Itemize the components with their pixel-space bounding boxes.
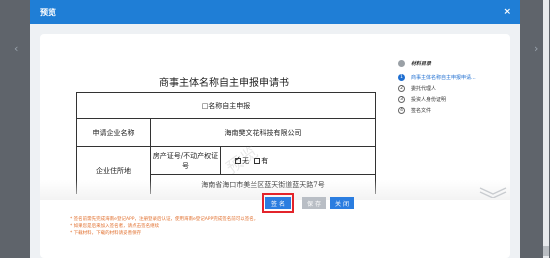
steps-header: 材料目录: [394, 58, 510, 68]
modal-title: 预览: [40, 7, 56, 17]
catalog-icon: [398, 59, 405, 67]
step-3[interactable]: 3 投资人身份证明: [394, 94, 510, 104]
step-label: 签名文件: [411, 107, 432, 114]
step-number: 4: [398, 106, 405, 114]
close-button[interactable]: 关 闭: [330, 197, 354, 209]
scroll-down-chevron-icon[interactable]: [478, 186, 508, 198]
steps-header-label: 材料目录: [411, 60, 432, 67]
background-left-panel: [0, 0, 32, 258]
background-left-arrow-icon: ‹: [14, 42, 19, 55]
step-label: 商事主体名称自主申报申请...: [411, 74, 476, 81]
company-name-label: 申请企业名称: [76, 118, 151, 147]
close-icon[interactable]: ×: [503, 7, 511, 17]
save-button[interactable]: 保 存: [302, 197, 326, 209]
self-declare-cell: □名称自主申报: [76, 92, 376, 119]
step-4[interactable]: 4 签名文件: [394, 105, 510, 115]
modal-header: 预览 ×: [30, 0, 520, 24]
document-title: 商事主体名称自主申报申请书: [159, 78, 289, 89]
material-steps: 材料目录 1 商事主体名称自主申报申请... 2 委托代理人 3 投资人身份证明…: [394, 58, 510, 116]
step-label: 投资人身份证明: [411, 96, 447, 103]
step-number: 2: [398, 84, 405, 92]
note-line: * 下载材料，下载的材料请妥善保存: [70, 231, 142, 236]
background-right-arrow-icon: ›: [534, 42, 539, 55]
step-1[interactable]: 1 商事主体名称自主申报申请...: [394, 72, 510, 82]
step-label: 委托代理人: [411, 85, 437, 92]
document-preview[interactable]: 商事主体名称自主申报申请书 □名称自主申报 申请企业名称 海南樊文花科技有限公司…: [54, 34, 394, 194]
note-line: * 签名前需先完成海南e登记APP，注册登录后认证，使用海南e登记APP完成签名…: [70, 217, 259, 222]
notes: * 签名前需先完成海南e登记APP，注册登录后认证，使用海南e登记APP完成签名…: [70, 216, 258, 237]
page-scrollbar[interactable]: [543, 0, 549, 258]
note-line: * 如果您是后来加入签名者，请点击签名继续: [70, 224, 160, 229]
application-table: □名称自主申报 申请企业名称 海南樊文花科技有限公司 企业住所地 房产证号/不动…: [76, 92, 376, 194]
step-2[interactable]: 2 委托代理人: [394, 83, 510, 93]
property-cert-label: 房产证号/不动产权证号: [150, 146, 221, 175]
page-scrollbar-thumb[interactable]: [543, 246, 549, 256]
preview-modal: 预览 × 商事主体名称自主申报申请书 □名称自主申报 申请企业名称 海南樊文花科…: [30, 0, 520, 258]
sign-button[interactable]: 签 名: [265, 197, 291, 209]
step-number: 3: [398, 95, 405, 103]
company-name-value: 海南樊文花科技有限公司: [150, 118, 376, 147]
step-number: 1: [398, 73, 405, 81]
